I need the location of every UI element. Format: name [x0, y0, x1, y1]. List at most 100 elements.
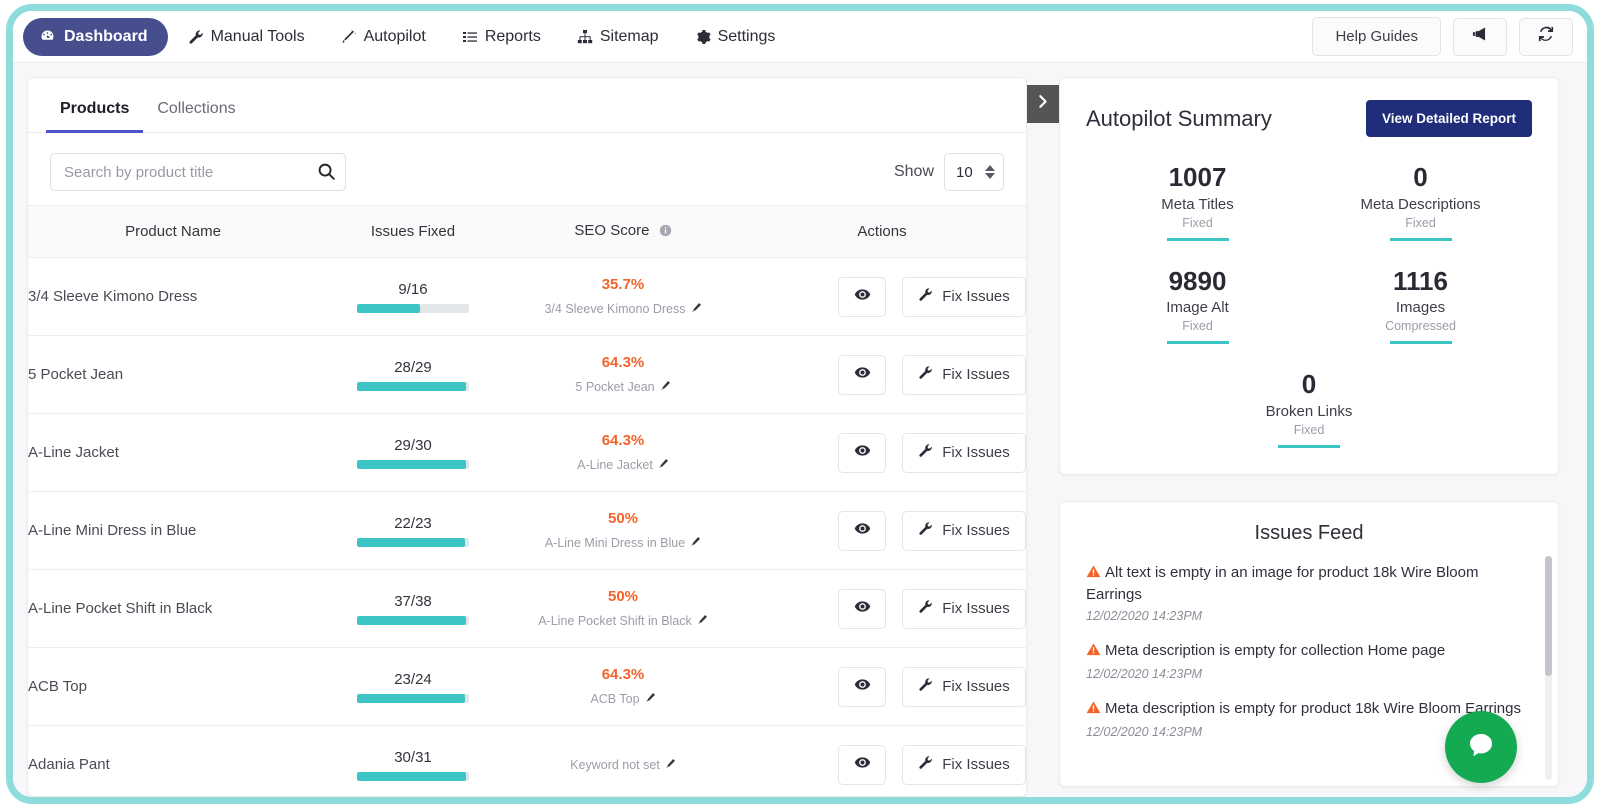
- edit-pencil-icon[interactable]: [645, 692, 656, 706]
- seo-keyword[interactable]: ACB Top: [590, 692, 655, 706]
- fix-issues-label: Fix Issues: [942, 756, 1010, 773]
- chat-bubble-icon: [1463, 727, 1499, 768]
- issues-progress-bar: [357, 771, 469, 781]
- fix-issues-button[interactable]: Fix Issues: [902, 666, 1026, 707]
- magic-wand-icon: [341, 29, 357, 45]
- summary-stat-label: Meta Titles: [1161, 195, 1234, 213]
- search-field-wrapper: [50, 153, 346, 191]
- tab-collections[interactable]: Collections: [143, 92, 249, 133]
- seo-keyword[interactable]: A-Line Mini Dress in Blue: [545, 536, 701, 550]
- summary-stat-label: Image Alt: [1166, 299, 1229, 317]
- search-input[interactable]: [50, 153, 346, 191]
- summary-stat: 9890 Image Alt Fixed: [1086, 266, 1309, 345]
- seo-keyword-text: ACB Top: [590, 691, 640, 706]
- page-size-stepper[interactable]: 10: [944, 153, 1004, 191]
- wrench-icon: [918, 755, 933, 774]
- issues-fixed-cell: 22/23: [318, 491, 508, 570]
- fix-issues-button[interactable]: Fix Issues: [902, 432, 1026, 473]
- actions-cell: Fix Issues: [738, 647, 1026, 726]
- table-row: Adania Pant 30/31 Keyword not set Fix Issue…: [28, 725, 1026, 796]
- view-product-button[interactable]: [838, 588, 886, 629]
- products-table-header: Product Name Issues Fixed SEO Score Acti…: [28, 205, 1026, 258]
- issues-fixed-cell: 28/29: [318, 335, 508, 414]
- collapse-sidebar-button[interactable]: [1027, 85, 1059, 123]
- issues-progress-bar: [357, 303, 469, 313]
- wrench-icon: [918, 443, 933, 462]
- refresh-button[interactable]: [1519, 17, 1573, 56]
- seo-keyword[interactable]: 3/4 Sleeve Kimono Dress: [544, 302, 701, 316]
- nav-item-dashboard-label: Dashboard: [64, 27, 148, 45]
- edit-pencil-icon[interactable]: [660, 380, 671, 394]
- issues-fixed-cell: 29/30: [318, 413, 508, 492]
- edit-pencil-icon[interactable]: [691, 302, 702, 316]
- tab-products[interactable]: Products: [46, 92, 144, 133]
- edit-pencil-icon[interactable]: [665, 758, 676, 772]
- nav-item-sitemap[interactable]: Sitemap: [561, 18, 675, 56]
- nav-item-settings[interactable]: Settings: [679, 18, 792, 56]
- summary-stat-row: 1007 Meta Titles Fixed 0 Meta Descriptions Fi…: [1086, 163, 1532, 241]
- nav-item-autopilot[interactable]: Autopilot: [325, 18, 442, 56]
- view-product-button[interactable]: [838, 354, 886, 395]
- stepper-icon[interactable]: [985, 165, 995, 179]
- view-product-button[interactable]: [838, 510, 886, 551]
- seo-keyword[interactable]: 5 Pocket Jean: [575, 380, 670, 394]
- summary-stat-row: 9890 Image Alt Fixed 1116 Images Compressed: [1086, 266, 1532, 345]
- edit-pencil-icon[interactable]: [697, 614, 708, 628]
- eye-icon: [854, 754, 871, 776]
- fix-issues-label: Fix Issues: [942, 522, 1010, 539]
- fix-issues-button[interactable]: Fix Issues: [902, 744, 1026, 785]
- summary-stat-label: Meta Descriptions: [1360, 195, 1481, 213]
- issue-timestamp: 12/02/2020 14:23PM: [1086, 609, 1203, 624]
- view-detailed-report-button[interactable]: View Detailed Report: [1365, 100, 1532, 137]
- summary-stat-underline: [1389, 341, 1452, 345]
- eye-icon: [854, 676, 871, 698]
- view-product-button[interactable]: [838, 744, 886, 785]
- nav-item-sitemap-label: Sitemap: [599, 27, 659, 45]
- seo-score-value: 50%: [607, 509, 639, 527]
- summary-stat-sublabel: Fixed: [1182, 319, 1213, 334]
- eye-icon: [854, 520, 871, 542]
- issues-feed-scrollbar[interactable]: [1545, 555, 1552, 780]
- search-icon[interactable]: [317, 162, 336, 186]
- issues-feed-scroll-thumb[interactable]: [1545, 555, 1552, 676]
- seo-score-value: 64.3%: [601, 665, 645, 683]
- seo-keyword[interactable]: Keyword not set: [570, 758, 676, 772]
- chat-widget-button[interactable]: [1445, 711, 1517, 783]
- product-name-cell: 5 Pocket Jean: [28, 335, 318, 414]
- edit-pencil-icon[interactable]: [658, 458, 669, 472]
- seo-keyword-text: A-Line Pocket Shift in Black: [538, 613, 692, 628]
- autopilot-summary-card: Autopilot Summary View Detailed Report 1…: [1059, 77, 1559, 475]
- fix-issues-button[interactable]: Fix Issues: [902, 276, 1026, 317]
- seo-keyword[interactable]: A-Line Jacket: [577, 458, 669, 472]
- product-name-cell: A-Line Pocket Shift in Black: [28, 569, 318, 648]
- view-product-button[interactable]: [838, 276, 886, 317]
- issues-fixed-fraction: 23/24: [394, 670, 432, 688]
- info-icon[interactable]: [659, 224, 672, 241]
- view-product-button[interactable]: [838, 666, 886, 707]
- product-name-cell: Adania Pant: [28, 725, 318, 796]
- issue-feed-item[interactable]: Alt text is empty in an image for produc…: [1086, 563, 1532, 623]
- table-header-row: Product Name Issues Fixed SEO Score Acti…: [28, 205, 1026, 258]
- fix-issues-label: Fix Issues: [942, 678, 1010, 695]
- summary-stat-label: Broken Links: [1265, 402, 1353, 420]
- fix-issues-button[interactable]: Fix Issues: [902, 588, 1026, 629]
- edit-pencil-icon[interactable]: [690, 536, 701, 550]
- summary-stat: 1116 Images Compressed: [1309, 266, 1532, 345]
- chevron-right-icon: [1037, 93, 1050, 115]
- nav-item-manual-tools[interactable]: Manual Tools: [172, 18, 321, 56]
- issues-fixed-cell: 9/16: [318, 257, 508, 336]
- seo-score-cell: 64.3% A-Line Jacket: [508, 413, 738, 492]
- issue-feed-item[interactable]: Meta description is empty for collection…: [1086, 641, 1532, 681]
- fix-issues-button[interactable]: Fix Issues: [902, 510, 1026, 551]
- seo-score-cell: 50% A-Line Pocket Shift in Black: [508, 569, 738, 648]
- view-product-button[interactable]: [838, 432, 886, 473]
- announcements-button[interactable]: [1453, 17, 1507, 56]
- megaphone-icon: [1471, 25, 1489, 48]
- nav-item-dashboard[interactable]: Dashboard: [23, 17, 168, 56]
- products-table: Product Name Issues Fixed SEO Score Acti…: [28, 205, 1026, 796]
- table-row: A-Line Mini Dress in Blue 22/23 50% A-Line …: [28, 491, 1026, 570]
- nav-item-reports[interactable]: Reports: [446, 18, 557, 56]
- help-guides-button[interactable]: Help Guides: [1312, 17, 1441, 56]
- fix-issues-button[interactable]: Fix Issues: [902, 354, 1026, 395]
- seo-keyword[interactable]: A-Line Pocket Shift in Black: [538, 614, 708, 628]
